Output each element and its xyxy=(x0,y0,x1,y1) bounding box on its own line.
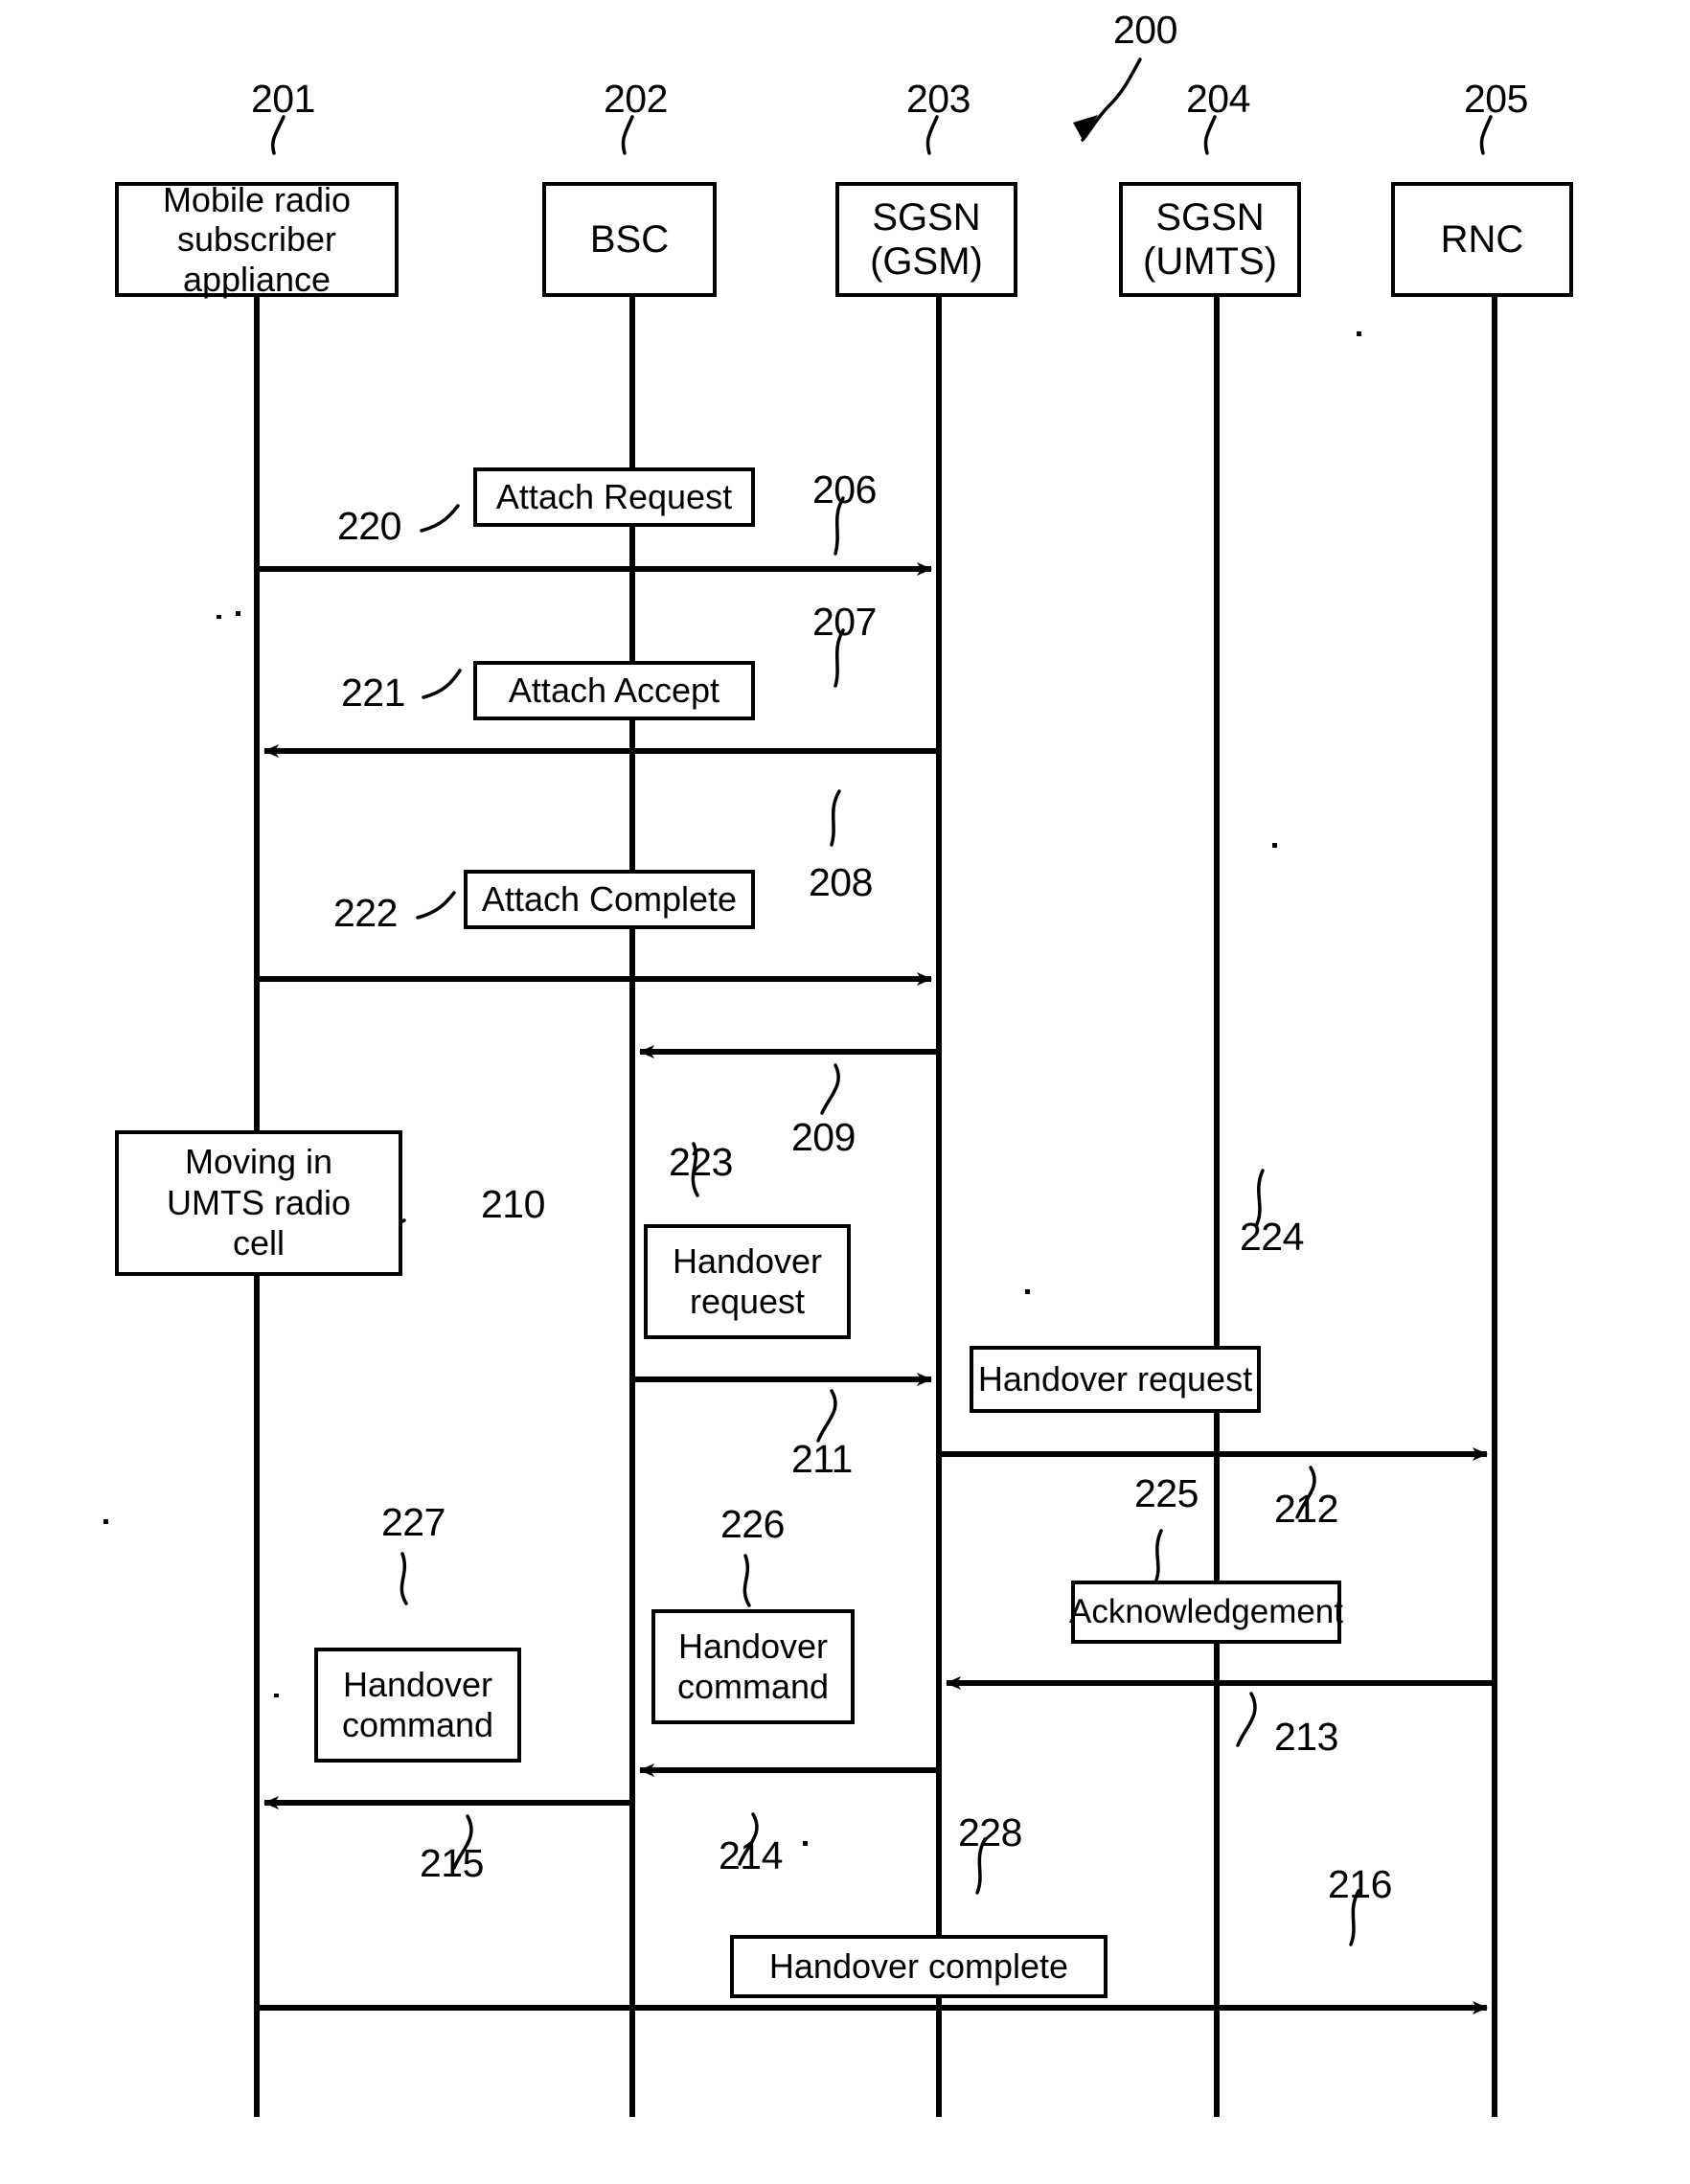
message-label-handover-request-bsc: Handover request xyxy=(673,1241,822,1323)
diagram-line-layer xyxy=(254,57,1497,2117)
leader-209 xyxy=(820,1063,840,1115)
message-box-handover-request-sgsn: Handover request xyxy=(970,1346,1261,1413)
message-label-handover-command-sgsn-line2: command xyxy=(676,1667,830,1706)
ref-numeral-203: 203 xyxy=(906,77,971,121)
node-label-203-line1: SGSN xyxy=(872,196,981,239)
ref-numeral-211: 211 xyxy=(791,1437,853,1481)
ref-numeral-201: 201 xyxy=(251,77,315,121)
node-box-bsc: BSC xyxy=(542,182,717,297)
ref-numeral-225: 225 xyxy=(1134,1471,1199,1515)
node-box-sgsn-umts: SGSN (UMTS) xyxy=(1119,182,1301,297)
node-box-rnc: RNC xyxy=(1391,182,1573,297)
leader-221 xyxy=(422,669,462,699)
ref-numeral-214: 214 xyxy=(719,1833,783,1877)
leader-227 xyxy=(400,1552,408,1605)
message-label-handover-complete: Handover complete xyxy=(768,1945,1069,1986)
message-label-handover-request-sgsn: Handover request xyxy=(977,1358,1253,1399)
message-box-attach-accept: Attach Accept xyxy=(473,661,755,720)
ref-numeral-200: 200 xyxy=(1113,8,1177,52)
node-label-201: Mobile radio subscriber appliance xyxy=(119,180,395,299)
leader-220 xyxy=(420,504,460,533)
leader-205 xyxy=(1479,115,1493,155)
ref-numeral-209: 209 xyxy=(791,1115,856,1159)
message-label-handover-command-sgsn: Handover command xyxy=(677,1627,829,1708)
leader-208b xyxy=(830,789,841,847)
ref-numeral-204: 204 xyxy=(1186,77,1250,121)
scan-speck-3 xyxy=(1357,331,1361,336)
ref-numeral-205: 205 xyxy=(1464,77,1528,121)
message-box-acknowledgement: Acknowledgement xyxy=(1069,1581,1343,1644)
leader-200 xyxy=(1081,57,1142,142)
leader-203 xyxy=(925,115,939,155)
state-label-210-line3: cell xyxy=(232,1223,285,1263)
leader-201 xyxy=(271,115,285,155)
ref-numeral-208: 208 xyxy=(809,860,873,904)
message-label-attach-request: Attach Request xyxy=(495,476,733,516)
ref-numeral-220: 220 xyxy=(337,504,401,548)
message-label-handover-command-bsc-line1: Handover xyxy=(342,1664,493,1704)
ref-numeral-216: 216 xyxy=(1328,1862,1392,1906)
node-box-sgsn-gsm: SGSN (GSM) xyxy=(835,182,1017,297)
message-box-handover-command-sgsn: Handover command xyxy=(651,1609,855,1724)
scan-speck-6 xyxy=(103,1519,108,1524)
ref-numeral-223: 223 xyxy=(669,1140,733,1184)
leader-226 xyxy=(742,1554,751,1607)
scan-speck-1 xyxy=(217,615,221,619)
ref-numeral-228: 228 xyxy=(958,1810,1022,1854)
scan-speck-7 xyxy=(274,1694,279,1697)
node-label-204-line2: (UMTS) xyxy=(1143,240,1277,283)
ref-numeral-202: 202 xyxy=(604,77,668,121)
message-label-attach-complete: Attach Complete xyxy=(481,878,738,919)
scan-speck-2 xyxy=(236,611,240,616)
node-label-204-line1: SGSN xyxy=(1155,196,1265,239)
message-label-handover-request-bsc-line1: Handover xyxy=(672,1240,823,1281)
message-label-handover-request-bsc-line2: request xyxy=(689,1282,806,1321)
node-label-201-line2: subscriber appliance xyxy=(176,219,337,299)
ref-numeral-210: 210 xyxy=(481,1182,545,1226)
ref-numeral-206: 206 xyxy=(812,467,877,512)
node-label-203-line2: (GSM) xyxy=(870,240,983,283)
message-label-attach-accept: Attach Accept xyxy=(508,670,720,710)
message-box-attach-request: Attach Request xyxy=(473,467,755,527)
patent-figure-canvas: Mobile radio subscriber appliance BSC SG… xyxy=(0,0,1690,2184)
ref-numeral-207: 207 xyxy=(812,600,877,644)
node-label-203: SGSN (GSM) xyxy=(870,195,983,284)
node-label-202: BSC xyxy=(589,218,670,261)
scan-speck-4 xyxy=(1272,843,1277,848)
ref-numeral-226: 226 xyxy=(720,1502,785,1546)
leader-213 xyxy=(1236,1692,1257,1747)
message-box-handover-complete: Handover complete xyxy=(730,1935,1108,1998)
message-label-handover-command-sgsn-line1: Handover xyxy=(677,1626,829,1666)
state-label-210: Moving in UMTS radio cell xyxy=(167,1142,351,1263)
node-label-201-line1: Mobile radio xyxy=(162,179,352,219)
ref-numeral-212: 212 xyxy=(1274,1487,1338,1531)
message-label-handover-command-bsc: Handover command xyxy=(342,1665,493,1746)
ref-numeral-221: 221 xyxy=(341,671,405,715)
ref-numeral-227: 227 xyxy=(381,1500,445,1544)
ref-numeral-222: 222 xyxy=(333,891,398,935)
leader-204 xyxy=(1203,115,1217,155)
message-box-attach-complete: Attach Complete xyxy=(464,870,755,929)
leader-211 xyxy=(816,1389,837,1443)
state-box-moving-in-umts-radio-cell: Moving in UMTS radio cell xyxy=(115,1130,402,1276)
message-box-handover-command-bsc: Handover command xyxy=(314,1648,521,1763)
leader-225 xyxy=(1153,1529,1163,1584)
state-label-210-line1: Moving in xyxy=(184,1142,333,1182)
lifelines xyxy=(254,251,1497,2117)
node-label-205: RNC xyxy=(1440,218,1524,261)
ref-numeral-224: 224 xyxy=(1240,1215,1304,1259)
ref-numeral-213: 213 xyxy=(1274,1715,1338,1759)
scan-speck-8 xyxy=(803,1841,808,1846)
message-label-handover-command-bsc-line2: command xyxy=(341,1705,494,1744)
leader-202 xyxy=(621,115,634,155)
message-arrows xyxy=(257,562,1495,2014)
message-label-acknowledgement: Acknowledgement xyxy=(1069,1593,1343,1631)
ref-numeral-215: 215 xyxy=(420,1841,484,1885)
leader-222 xyxy=(416,891,456,920)
message-box-handover-request-bsc: Handover request xyxy=(644,1224,851,1339)
state-label-210-line2: UMTS radio xyxy=(166,1182,352,1222)
scan-speck-5 xyxy=(1025,1289,1030,1294)
node-box-mobile-radio-subscriber-appliance: Mobile radio subscriber appliance xyxy=(115,180,399,299)
node-label-204: SGSN (UMTS) xyxy=(1143,195,1277,284)
